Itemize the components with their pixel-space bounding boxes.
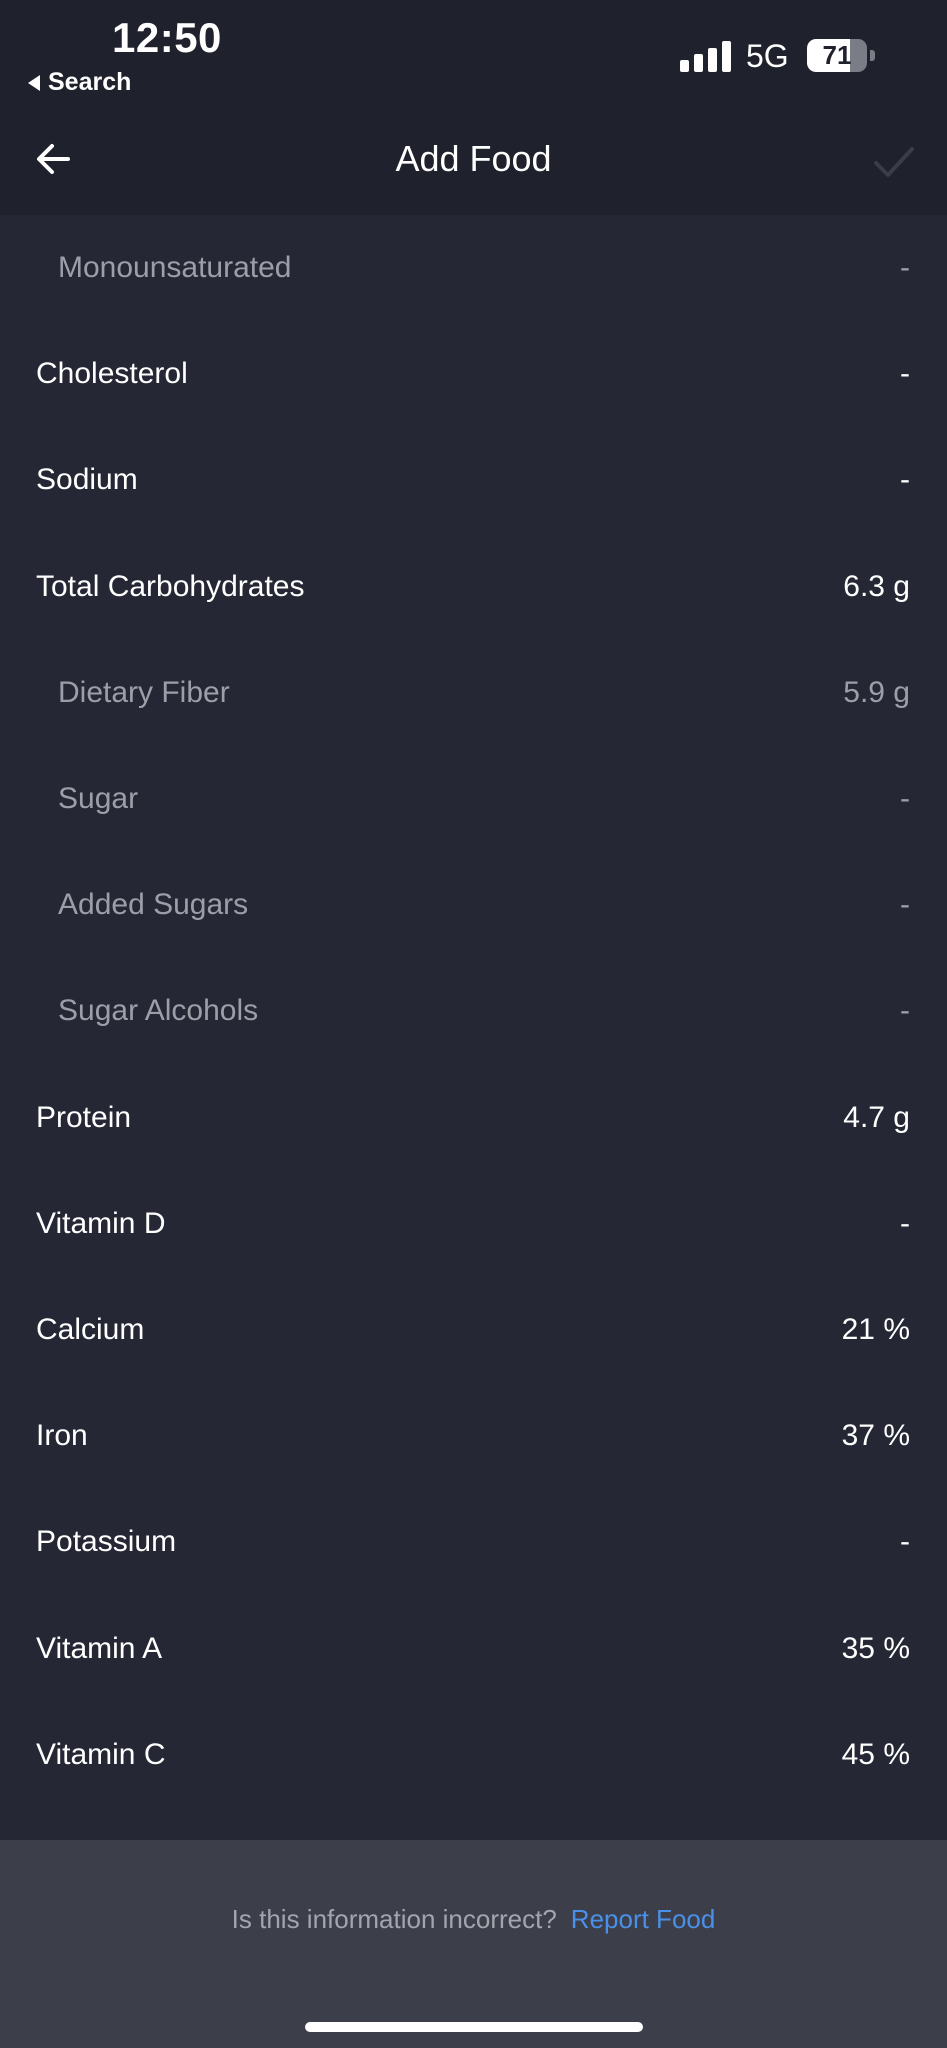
nutrient-value: - [900, 463, 910, 497]
network-type: 5G [746, 38, 789, 74]
nutrient-row: Sodium - [0, 427, 947, 533]
nutrient-value: 4.7 g [843, 1100, 910, 1134]
back-to-search-link[interactable]: Search [28, 68, 131, 97]
status-time: 12:50 [112, 14, 222, 61]
nutrient-row: Sugar Alcohols - [0, 958, 947, 1064]
nutrient-label: Total Carbohydrates [36, 569, 305, 603]
nutrient-label: Sodium [36, 463, 138, 497]
back-triangle-icon [28, 74, 40, 91]
top-bar: 12:50 Search 5G 71 Add Food [0, 0, 947, 215]
nutrient-label: Potassium [36, 1525, 177, 1559]
nutrient-value: - [900, 1206, 910, 1240]
nutrient-label: Vitamin A [36, 1631, 163, 1665]
nutrient-label: Calcium [36, 1312, 145, 1346]
nutrient-row: Vitamin C 45 % [0, 1702, 947, 1808]
nutrient-row: Vitamin A 35 % [0, 1595, 947, 1701]
footer: Is this information incorrect? Report Foo… [0, 1840, 947, 2048]
nutrient-row: Monounsaturated - [0, 215, 947, 321]
nutrient-row: Vitamin D - [0, 1171, 947, 1277]
nutrient-value: 5.9 g [843, 675, 910, 709]
home-indicator[interactable] [305, 2022, 643, 2032]
nutrient-value: - [900, 1525, 910, 1559]
nutrient-label: Vitamin D [36, 1206, 166, 1240]
nutrient-label: Added Sugars [58, 888, 249, 922]
nutrient-label: Vitamin C [36, 1737, 166, 1771]
nutrient-label: Monounsaturated [58, 251, 292, 285]
nutrient-value: 45 % [841, 1737, 910, 1771]
nutrient-label: Sugar [58, 782, 139, 816]
nutrient-label: Dietary Fiber [58, 675, 230, 709]
nutrient-value: 21 % [841, 1312, 910, 1346]
nutrient-value: - [900, 251, 910, 285]
nutrient-list: Monounsaturated - Cholesterol - Sodium - Total… [0, 215, 947, 1808]
nutrient-row: Cholesterol - [0, 321, 947, 427]
nutrient-value: 35 % [841, 1631, 910, 1665]
report-food-link[interactable]: Report Food [571, 1904, 716, 1934]
nutrient-row: Total Carbohydrates 6.3 g [0, 534, 947, 640]
nutrient-label: Iron [36, 1419, 88, 1453]
nutrient-row: Iron 37 % [0, 1383, 947, 1489]
nutrient-row: Sugar - [0, 746, 947, 852]
nutrient-row: Dietary Fiber 5.9 g [0, 640, 947, 746]
nutrient-label: Protein [36, 1100, 132, 1134]
report-food-row: Is this information incorrect? Report Foo… [0, 1904, 947, 1935]
battery-icon: 71 [807, 39, 867, 72]
nutrient-row: Added Sugars - [0, 852, 947, 958]
nutrient-value: - [900, 782, 910, 816]
nutrient-label: Sugar Alcohols [58, 994, 259, 1028]
battery-percent: 71 [822, 40, 852, 70]
nutrient-value: - [900, 994, 910, 1028]
nutrient-value: - [900, 357, 910, 391]
nutrient-value: 6.3 g [843, 569, 910, 603]
cellular-signal-icon [680, 40, 731, 72]
nutrient-value: 37 % [841, 1419, 910, 1453]
back-to-search-label: Search [48, 68, 132, 96]
battery-nub [870, 50, 875, 61]
nutrient-row: Protein 4.7 g [0, 1065, 947, 1171]
nutrient-row: Calcium 21 % [0, 1277, 947, 1383]
nutrient-row: Potassium - [0, 1489, 947, 1595]
checkmark-icon[interactable] [870, 140, 918, 184]
incorrect-info-question: Is this information incorrect? [231, 1904, 557, 1934]
nutrient-label: Cholesterol [36, 357, 188, 391]
nutrient-value: - [900, 888, 910, 922]
page-title: Add Food [395, 138, 552, 179]
